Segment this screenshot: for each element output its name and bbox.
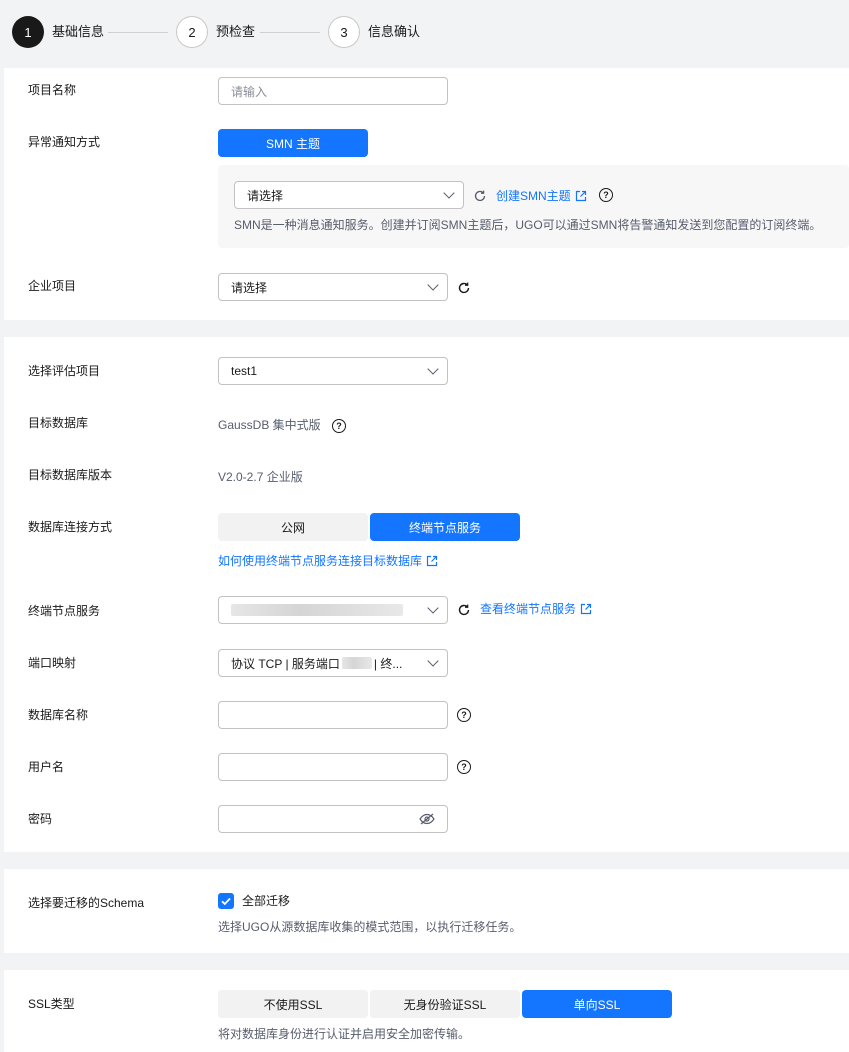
schema-label: 选择要迁移的Schema — [28, 896, 145, 910]
ssl-card: SSL类型 不使用SSL 无身份验证SSL 单向SSL 将对数据库身份进行认证并… — [4, 970, 849, 1052]
step-divider — [108, 32, 168, 33]
database-config-card: 选择评估项目 test1 目标数据库 GaussDB 集中式版 ? 目标数据库版… — [4, 337, 849, 852]
external-link-icon — [426, 555, 438, 567]
redacted-value — [341, 657, 372, 669]
endpoint-help-link[interactable]: 如何使用终端节点服务连接目标数据库 — [218, 553, 438, 569]
enterprise-project-label: 企业项目 — [28, 279, 77, 293]
migrate-all-label[interactable]: 全部迁移 — [242, 893, 290, 909]
step-divider — [260, 32, 320, 33]
wizard-steps: 1 基础信息 2 预检查 3 信息确认 — [0, 0, 849, 68]
conn-option-endpoint[interactable]: 终端节点服务 — [370, 513, 520, 541]
target-db-label: 目标数据库 — [28, 416, 89, 430]
endpoint-service-label: 终端节点服务 — [28, 604, 101, 618]
migrate-all-checkbox[interactable] — [218, 893, 234, 909]
chevron-down-icon — [427, 602, 439, 614]
eval-project-label: 选择评估项目 — [28, 364, 101, 378]
schema-card: 选择要迁移的Schema 全部迁移 选择UGO从源数据库收集的模式范围，以执行迁… — [4, 869, 849, 953]
refresh-icon[interactable] — [457, 281, 471, 295]
username-label: 用户名 — [28, 760, 65, 774]
help-icon[interactable]: ? — [457, 708, 471, 722]
notify-method-label: 异常通知方式 — [28, 135, 101, 149]
target-db-version-label: 目标数据库版本 — [28, 468, 113, 482]
step-2-circle: 2 — [176, 16, 208, 48]
password-input[interactable] — [218, 805, 448, 833]
help-icon[interactable]: ? — [332, 419, 346, 433]
step-2-label: 预检查 — [216, 24, 256, 39]
db-name-label: 数据库名称 — [28, 708, 89, 722]
chevron-down-icon — [443, 187, 455, 199]
external-link-icon — [580, 603, 592, 615]
target-db-version-value: V2.0-2.7 企业版 — [218, 470, 303, 484]
enterprise-project-select[interactable]: 请选择 — [218, 273, 448, 301]
ssl-option-no-auth[interactable]: 无身份验证SSL — [370, 990, 520, 1018]
chevron-down-icon — [427, 363, 439, 375]
port-mapping-select[interactable]: 协议 TCP | 服务端口 | 终... — [218, 649, 448, 677]
redacted-value — [231, 604, 403, 616]
create-smn-topic-link[interactable]: 创建SMN主题 — [496, 188, 587, 204]
step-3-circle: 3 — [328, 16, 360, 48]
chevron-down-icon — [427, 655, 439, 667]
smn-topic-select[interactable]: 请选择 — [234, 181, 464, 209]
help-icon[interactable]: ? — [457, 760, 471, 774]
target-db-value: GaussDB 集中式版 — [218, 418, 321, 432]
project-name-label: 项目名称 — [28, 83, 77, 97]
conn-option-public[interactable]: 公网 — [218, 513, 368, 541]
project-info-card: 项目名称 请输入 异常通知方式 SMN 主题 请选择 创建SMN主题 ? SMN… — [4, 68, 849, 320]
smn-config-panel: 请选择 创建SMN主题 ? SMN是一种消息通知服务。创建并订阅SMN主题后，U… — [218, 165, 849, 248]
smn-hint-text: SMN是一种消息通知服务。创建并订阅SMN主题后，UGO可以通过SMN将告警通知… — [234, 218, 822, 232]
eye-hidden-icon[interactable] — [419, 813, 435, 825]
ssl-hint: 将对数据库身份进行认证并启用安全加密传输。 — [218, 1027, 471, 1041]
username-input[interactable] — [218, 753, 448, 781]
project-name-input[interactable]: 请输入 — [218, 77, 448, 105]
external-link-icon — [575, 190, 586, 202]
eval-project-select[interactable]: test1 — [218, 357, 448, 385]
refresh-icon[interactable] — [473, 189, 487, 203]
help-icon[interactable]: ? — [599, 188, 613, 202]
step-1-label: 基础信息 — [52, 24, 105, 39]
connection-method-label: 数据库连接方式 — [28, 520, 113, 534]
chevron-down-icon — [427, 279, 439, 291]
ssl-option-none[interactable]: 不使用SSL — [218, 990, 368, 1018]
smn-topic-button[interactable]: SMN 主题 — [218, 129, 368, 157]
step-1-circle: 1 — [12, 16, 44, 48]
password-label: 密码 — [28, 812, 53, 826]
schema-hint: 选择UGO从源数据库收集的模式范围，以执行迁移任务。 — [218, 920, 522, 934]
ssl-type-label: SSL类型 — [28, 997, 75, 1011]
check-icon — [221, 897, 231, 906]
db-name-input[interactable] — [218, 701, 448, 729]
step-3-label: 信息确认 — [368, 24, 421, 39]
refresh-icon[interactable] — [457, 603, 471, 617]
view-endpoint-service-link[interactable]: 查看终端节点服务 — [480, 601, 592, 617]
ssl-option-one-way[interactable]: 单向SSL — [522, 990, 672, 1018]
endpoint-service-select[interactable] — [218, 596, 448, 624]
port-mapping-label: 端口映射 — [28, 656, 77, 670]
